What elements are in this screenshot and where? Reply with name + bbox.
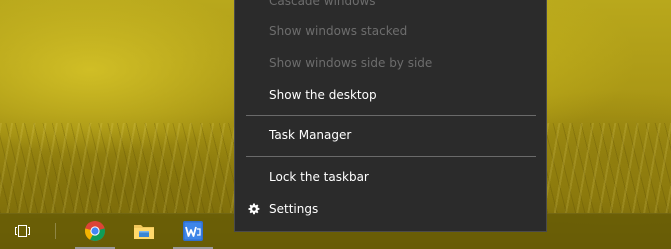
taskbar-context-menu: Cascade windows Show windows stacked Sho… — [234, 0, 547, 232]
menu-item-show-windows-side-by-side[interactable]: Show windows side by side — [235, 47, 546, 79]
menu-separator — [246, 115, 536, 116]
file-explorer-button[interactable] — [121, 213, 167, 249]
gear-icon — [248, 203, 260, 215]
menu-item-label: Show windows stacked — [269, 24, 408, 38]
menu-separator — [246, 156, 536, 157]
menu-item-settings[interactable]: Settings — [235, 193, 546, 225]
taskbar-divider — [55, 223, 56, 239]
chrome-icon — [84, 221, 106, 242]
wps-writer-button[interactable] — [170, 213, 216, 249]
menu-item-label: Lock the taskbar — [269, 170, 369, 184]
menu-item-show-windows-stacked[interactable]: Show windows stacked — [235, 15, 546, 47]
wps-writer-icon — [183, 221, 203, 241]
task-view-button[interactable] — [0, 213, 46, 249]
menu-item-label: Cascade windows — [269, 0, 376, 8]
menu-item-label: Settings — [269, 202, 319, 216]
chrome-button[interactable] — [72, 213, 118, 249]
menu-item-show-the-desktop[interactable]: Show the desktop — [235, 79, 546, 111]
menu-item-label: Show the desktop — [269, 88, 377, 102]
folder-icon — [134, 225, 154, 239]
menu-item-task-manager[interactable]: Task Manager — [235, 119, 546, 151]
menu-item-lock-the-taskbar[interactable]: Lock the taskbar — [235, 161, 546, 193]
task-view-icon — [15, 224, 31, 238]
menu-item-label: Show windows side by side — [269, 56, 433, 70]
menu-item-label: Task Manager — [269, 128, 352, 142]
